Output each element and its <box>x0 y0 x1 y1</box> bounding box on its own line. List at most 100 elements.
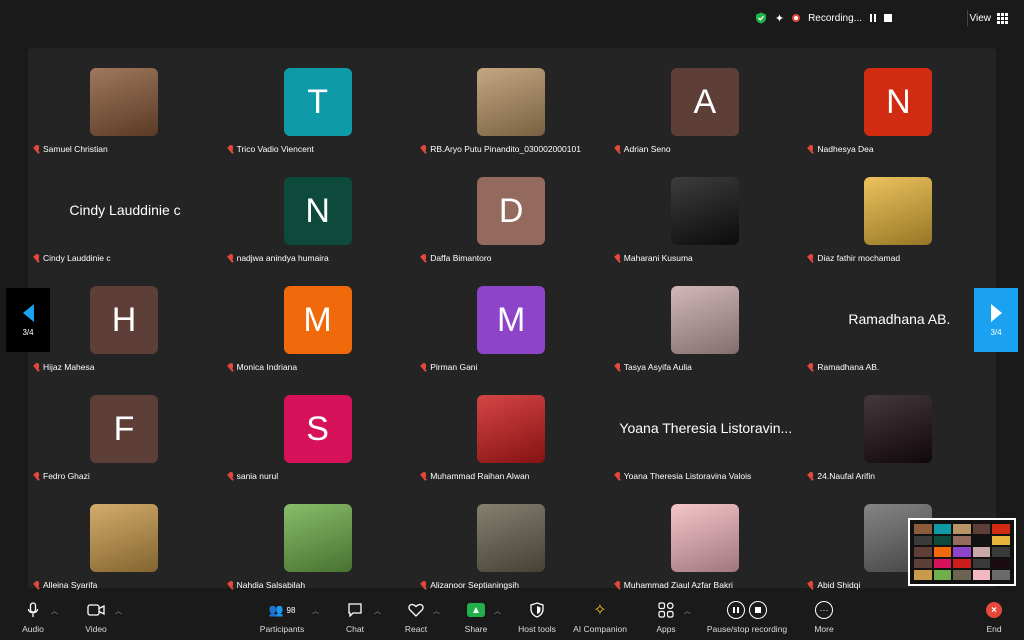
host-tools-button[interactable]: Host tools <box>514 600 560 638</box>
participant-tile[interactable]: D Daffa Bimantoro <box>415 157 609 265</box>
thumbnail-cell <box>953 524 971 534</box>
participant-name-tag: Cindy Lauddinie c <box>34 252 111 264</box>
top-bar: ✦ Recording... View <box>0 0 1024 36</box>
avatar-photo <box>477 504 546 572</box>
participant-tile[interactable]: Ssania nurul <box>222 375 416 483</box>
recording-control-label: Pause/stop recording <box>706 624 788 634</box>
view-button[interactable]: View <box>970 8 1008 28</box>
avatar-initial: F <box>90 395 158 463</box>
avatar-photo <box>90 68 158 136</box>
participant-display-name: Cindy Lauddinie c <box>69 202 181 218</box>
participant-name-tag: Adrian Seno <box>615 143 671 155</box>
participant-tile[interactable]: Muhammad Ziaul Azfar Bakri <box>609 484 803 592</box>
participant-tile[interactable]: F Fedro Ghazi <box>28 375 222 483</box>
muted-mic-icon <box>421 145 427 153</box>
participant-tile[interactable]: Yoana Theresia Listoravin... Yoana Theres… <box>609 375 803 483</box>
muted-mic-icon <box>615 145 621 153</box>
participant-tile[interactable]: M Pirman Gani <box>415 266 609 374</box>
previous-page-button[interactable]: 3/4 <box>6 288 50 352</box>
participants-count: 98 <box>286 605 296 615</box>
chevron-up-icon[interactable]: ︿ <box>115 606 122 616</box>
chevron-up-icon[interactable]: ︿ <box>433 606 440 616</box>
pause-recording-icon[interactable] <box>870 14 876 22</box>
muted-mic-icon <box>615 363 621 371</box>
participant-tile[interactable]: M Monica Indriana <box>222 266 416 374</box>
participant-name-tag: Maharani Kusuma <box>615 252 693 264</box>
ai-companion-button[interactable]: ✧ AI Companion <box>570 600 630 638</box>
participant-name-tag: Samuel Christian <box>34 143 108 155</box>
share-button[interactable]: ▲ Share <box>460 600 492 638</box>
pause-stop-recording-button[interactable]: Pause/stop recording <box>702 600 792 638</box>
next-page-button[interactable]: 3/4 <box>974 288 1018 352</box>
participants-icon: 👥 <box>268 603 284 617</box>
sparkle-icon: ✧ <box>593 602 607 619</box>
participants-button[interactable]: 👥 98 Participants <box>254 600 310 638</box>
muted-mic-icon <box>615 254 621 262</box>
muted-mic-icon <box>34 254 40 262</box>
thumbnail-cell <box>953 547 971 557</box>
sparkle-icon[interactable]: ✦ <box>775 12 784 25</box>
video-button[interactable]: Video <box>80 600 112 638</box>
participant-tile[interactable]: H Hijaz Mahesa <box>28 266 222 374</box>
participant-name: Fedro Ghazi <box>43 471 90 481</box>
chat-button[interactable]: Chat <box>340 600 370 638</box>
participant-name-tag: Muhammad Ziaul Azfar Bakri <box>615 579 733 591</box>
participant-name: Daffa Bimantoro <box>430 253 492 263</box>
participant-tile[interactable]: Samuel Christian <box>28 48 222 156</box>
chat-label: Chat <box>346 624 364 634</box>
avatar-initial: H <box>90 286 158 354</box>
apps-button[interactable]: Apps <box>652 600 680 638</box>
participant-tile[interactable]: Tasya Asyifa Aulia <box>609 266 803 374</box>
participant-name-tag: RB.Aryo Putu Pinandito_030002000101 <box>421 143 581 155</box>
participant-tile[interactable]: T Trico Vadio Viencent <box>222 48 416 156</box>
participant-name: Alleina Syarifa <box>43 580 98 590</box>
muted-mic-icon <box>615 581 621 589</box>
muted-mic-icon <box>228 472 234 480</box>
thumbnail-cell <box>933 558 952 569</box>
chevron-up-icon[interactable]: ︿ <box>312 606 319 616</box>
participant-tile[interactable]: Cindy Lauddinie c Cindy Lauddinie c <box>28 157 222 265</box>
participant-name: Nadhesya Dea <box>817 144 874 154</box>
participant-tile[interactable]: Maharani Kusuma <box>609 157 803 265</box>
avatar-initial: M <box>477 286 546 354</box>
participant-tile[interactable]: Diaz fathir mochamad <box>802 157 996 265</box>
participant-display-name: Yoana Theresia Listoravin... <box>619 420 793 436</box>
participant-name-tag: Abid Shidqi <box>808 579 860 591</box>
apps-label: Apps <box>656 624 676 634</box>
shield-icon[interactable] <box>755 12 767 24</box>
participant-name-tag: Daffa Bimantoro <box>421 252 491 264</box>
participant-tile[interactable]: 24.Naufal Arifin <box>802 375 996 483</box>
chevron-up-icon[interactable]: ︿ <box>374 606 381 616</box>
recording-dot-icon <box>792 14 801 22</box>
end-meeting-button[interactable]: × End <box>982 600 1006 638</box>
host-tools-label: Host tools <box>518 624 556 634</box>
participant-tile[interactable]: N Nadhesya Dea <box>802 48 996 156</box>
participant-tile[interactable]: RB.Aryo Putu Pinandito_030002000101 <box>415 48 609 156</box>
muted-mic-icon <box>34 145 40 153</box>
more-button[interactable]: ··· More <box>810 600 838 638</box>
thumbnail-cell <box>972 558 991 569</box>
self-view-thumbnail[interactable] <box>908 518 1016 586</box>
stop-recording-icon[interactable] <box>884 14 892 22</box>
muted-mic-icon <box>34 363 40 371</box>
participant-tile[interactable]: Alizanoor Septianingsih <box>415 484 609 592</box>
participant-tile[interactable]: Alleina Syarifa <box>28 484 222 592</box>
participant-name: Hijaz Mahesa <box>43 362 95 372</box>
participant-tile[interactable]: Nahdia Salsabilah <box>222 484 416 592</box>
share-screen-icon: ▲ <box>467 603 485 617</box>
participant-tile[interactable]: A Adrian Seno <box>609 48 803 156</box>
participant-tile[interactable]: Nnadjwa anindya humaira <box>222 157 416 265</box>
thumbnail-cell <box>933 547 952 557</box>
participant-tile[interactable]: Muhammad Raihan Alwan <box>415 375 609 483</box>
chevron-up-icon[interactable]: ︿ <box>51 606 58 616</box>
muted-mic-icon <box>808 254 814 262</box>
participant-tile[interactable]: Ramadhana AB. Ramadhana AB. <box>802 266 996 374</box>
chevron-up-icon[interactable]: ︿ <box>684 606 691 616</box>
thumbnail-cell <box>933 535 952 546</box>
page-indicator-right: 3/4 <box>990 327 1002 337</box>
chevron-up-icon[interactable]: ︿ <box>494 606 501 616</box>
grid-icon <box>997 12 1008 24</box>
thumbnail-cell <box>953 570 971 580</box>
audio-button[interactable]: Audio <box>18 600 48 638</box>
react-button[interactable]: React <box>400 600 432 638</box>
